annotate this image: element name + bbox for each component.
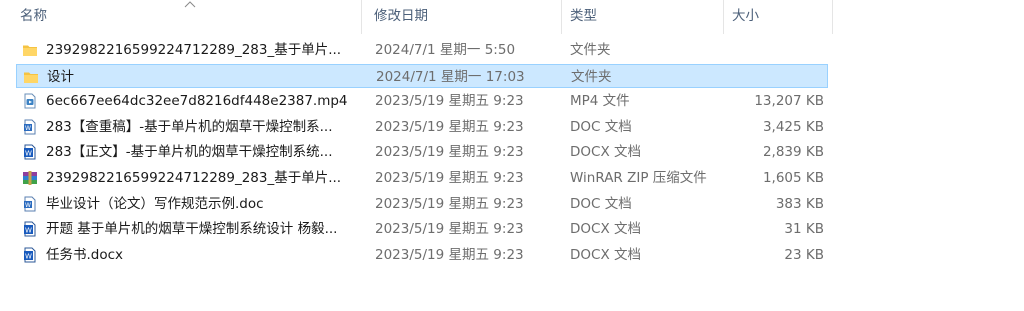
file-modified-date: 2023/5/19 星期五 9:23 xyxy=(375,144,524,161)
file-size xyxy=(657,65,825,89)
svg-text:W: W xyxy=(25,202,31,209)
doc-file-icon: W xyxy=(22,119,38,135)
file-modified-date: 2023/5/19 星期五 9:23 xyxy=(375,221,524,238)
file-name: 283【查重稿】-基于单片机的烟草干燥控制系... xyxy=(46,118,333,135)
svg-text:W: W xyxy=(25,150,32,158)
file-name: 毕业设计（论文）写作规范示例.doc xyxy=(46,195,264,212)
file-modified-date: 2024/7/1 星期一 17:03 xyxy=(376,68,525,85)
doc-file-icon: W xyxy=(22,196,38,212)
file-row[interactable]: 6ec667ee64dc32ee7d8216df448e2387.mp4 2023… xyxy=(16,89,828,113)
file-size xyxy=(656,38,824,62)
column-header-size-label: 大小 xyxy=(732,8,759,24)
docx-file-icon: W xyxy=(22,221,38,237)
svg-text:W: W xyxy=(25,125,31,132)
column-header-bar: 名称 修改日期 类型 大小 xyxy=(0,0,835,34)
file-size: 1,605 KB xyxy=(762,170,824,186)
file-size: 23 KB xyxy=(784,246,824,263)
file-size: 2,839 KB xyxy=(762,144,824,161)
column-header-date[interactable]: 修改日期 xyxy=(366,0,562,34)
file-size: 3,425 KB xyxy=(762,118,824,135)
file-modified-date: 2023/5/19 星期五 9:23 xyxy=(375,195,524,212)
file-modified-date: 2023/5/19 星期五 9:23 xyxy=(375,118,524,135)
file-name: 设计 xyxy=(47,68,74,85)
winrar-archive-icon xyxy=(22,170,38,186)
file-row[interactable]: 设计 2024/7/1 星期一 17:03 文件夹 xyxy=(16,63,828,89)
folder-icon xyxy=(23,69,39,85)
docx-file-icon: W xyxy=(22,247,38,263)
file-name: 2392982216599224712289_283_基于单片... xyxy=(46,42,342,58)
file-row[interactable]: W 开题 基于单片机的烟草干燥控制系统设计 杨毅... 2023/5/19 星期五 … xyxy=(16,217,828,241)
file-modified-date: 2023/5/19 星期五 9:23 xyxy=(375,93,524,110)
mp4-file-icon xyxy=(22,93,38,109)
file-row[interactable]: 2392982216599224712289_283_基于单片... 2024/7… xyxy=(16,38,828,62)
file-name: 任务书.docx xyxy=(46,246,124,263)
file-name: 2392982216599224712289_283_基于单片... xyxy=(46,170,342,186)
column-header-name-label: 名称 xyxy=(20,8,47,24)
file-size: 383 KB xyxy=(775,195,824,212)
file-name: 283【正文】-基于单片机的烟草干燥控制系统... xyxy=(46,144,333,161)
folder-icon xyxy=(22,42,38,58)
file-modified-date: 2023/5/19 星期五 9:23 xyxy=(375,170,524,186)
file-name: 6ec667ee64dc32ee7d8216df448e2387.mp4 xyxy=(46,93,348,110)
sort-ascending-icon xyxy=(184,1,196,8)
docx-file-icon: W xyxy=(22,144,38,160)
file-row[interactable]: W 毕业设计（论文）写作规范示例.doc 2023/5/19 星期五 9:23 DOC… xyxy=(16,192,828,216)
file-row[interactable]: W 283【查重稿】-基于单片机的烟草干燥控制系... 2023/5/19 星期五 … xyxy=(16,115,828,139)
file-name: 开题 基于单片机的烟草干燥控制系统设计 杨毅... xyxy=(46,221,338,238)
file-row[interactable]: 2392982216599224712289_283_基于单片... 2023/5… xyxy=(16,166,828,190)
file-modified-date: 2023/5/19 星期五 9:23 xyxy=(375,246,524,263)
file-row[interactable]: W 283【正文】-基于单片机的烟草干燥控制系统... 2023/5/19 星期五 … xyxy=(16,140,828,164)
column-header-type-label: 类型 xyxy=(570,8,597,24)
file-modified-date: 2024/7/1 星期一 5:50 xyxy=(375,42,516,58)
svg-text:W: W xyxy=(25,226,32,234)
file-row[interactable]: W 任务书.docx 2023/5/19 星期五 9:23 DOCX 文档 23 KB xyxy=(16,243,828,267)
column-header-date-label: 修改日期 xyxy=(374,8,428,24)
column-header-type[interactable]: 类型 xyxy=(562,0,724,34)
file-size: 13,207 KB xyxy=(754,93,824,110)
file-size: 31 KB xyxy=(784,221,824,238)
svg-text:W: W xyxy=(25,252,32,260)
column-header-size[interactable]: 大小 xyxy=(724,0,833,34)
